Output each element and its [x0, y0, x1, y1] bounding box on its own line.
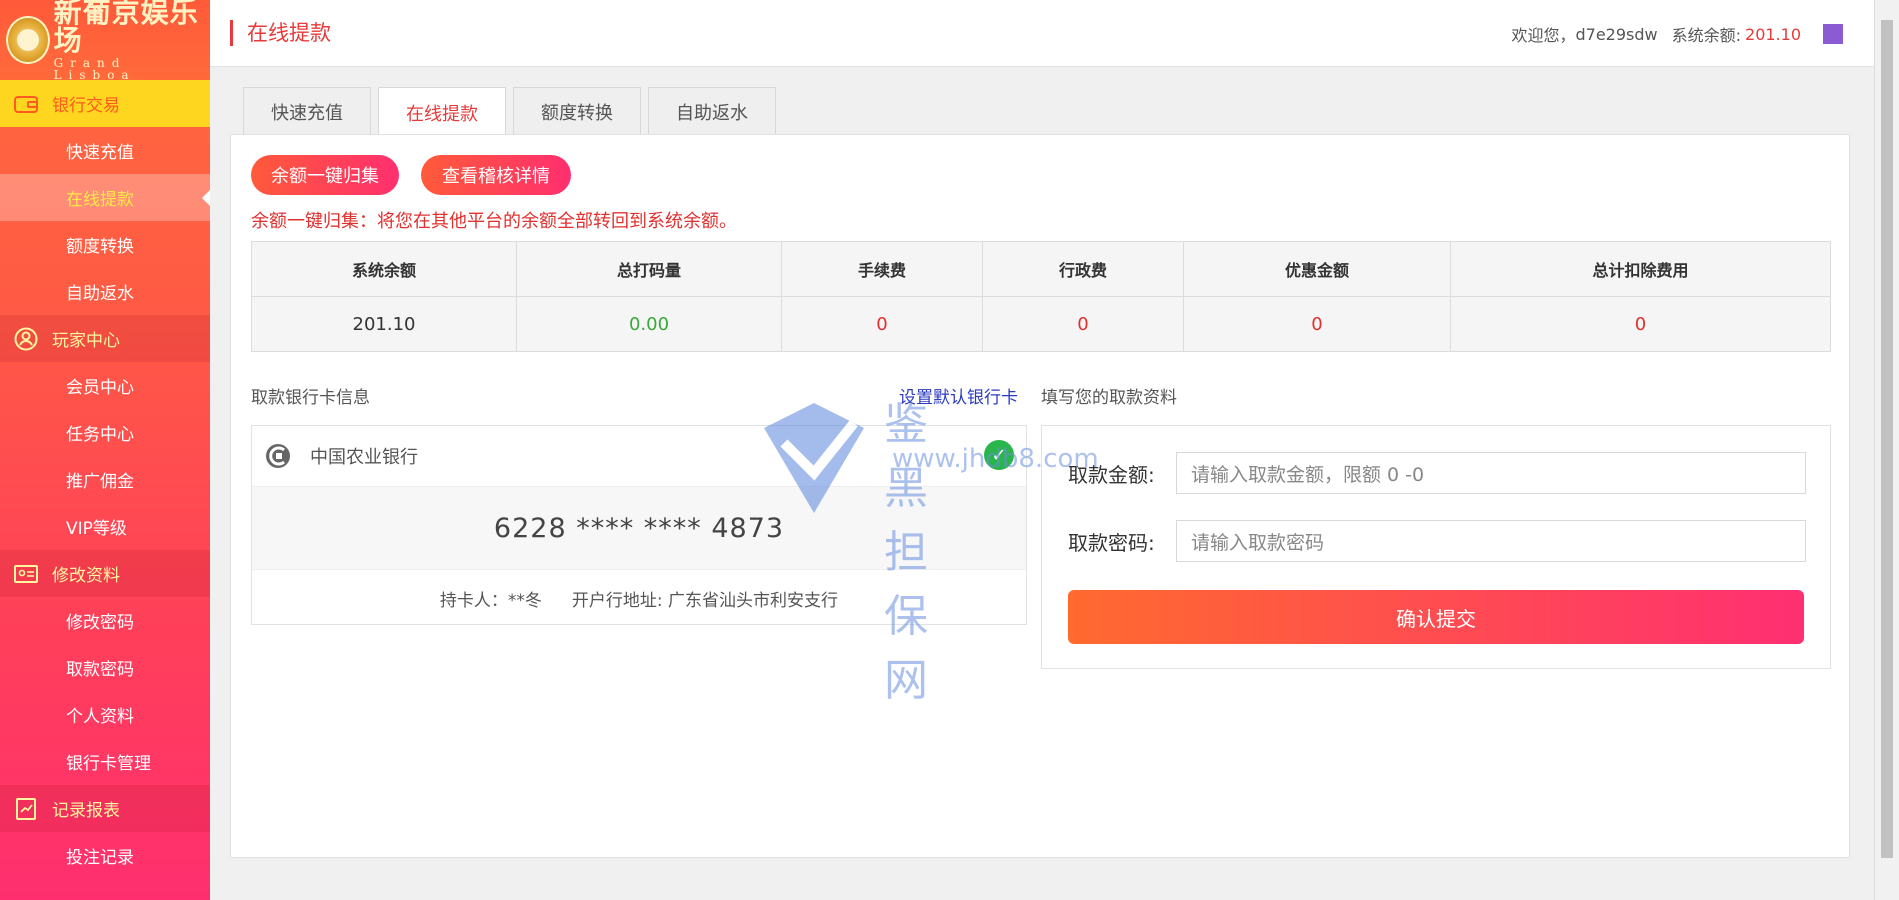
logo-emblem-icon [6, 16, 50, 64]
audit-details-button[interactable]: 查看稽核详情 [421, 155, 571, 195]
user-icon [14, 327, 38, 350]
tab-bar: 快速充值 在线提款 额度转换 自助返水 [243, 87, 783, 137]
sidebar-group-label: 玩家中心 [52, 331, 120, 351]
welcome-text: 欢迎您， [1511, 26, 1576, 45]
system-balance-cell: 201.10 [251, 296, 517, 352]
card-number: 6228 **** **** 4873 [252, 487, 1026, 570]
sidebar-item-bank-card-manage[interactable]: 银行卡管理 [0, 738, 210, 785]
password-row: 取款密码: 请输入取款密码 [1068, 520, 1806, 562]
sidebar-group-label: 修改资料 [52, 566, 120, 586]
top-header: 在线提款 欢迎您， d7e29sdw 系统余额: 201.10 [210, 0, 1899, 67]
tab-online-withdraw[interactable]: 在线提款 [378, 87, 506, 137]
sidebar-item-self-rebate[interactable]: 自助返水 [0, 268, 210, 315]
column-header: 总打码量 [516, 241, 782, 297]
submit-button[interactable]: 确认提交 [1068, 590, 1804, 644]
fee-summary-table: 系统余额 总打码量 手续费 行政费 优惠金额 总计扣除费用 201.10 0.0… [251, 241, 1831, 352]
sidebar: 新葡京娱乐场 Grand Lisboa 银行交易 快速充值 在线提款 额度转换 … [0, 0, 210, 900]
tab-credit-transfer[interactable]: 额度转换 [513, 87, 641, 135]
sidebar-item-personal-info[interactable]: 个人资料 [0, 691, 210, 738]
column-header: 系统余额 [251, 241, 517, 297]
collect-note: 余额一键归集：将您在其他平台的余额全部转回到系统余额。 [251, 211, 737, 232]
column-header: 优惠金额 [1183, 241, 1451, 297]
sidebar-item-online-withdraw[interactable]: 在线提款 [0, 174, 210, 221]
column-header: 行政费 [982, 241, 1184, 297]
bank-name: 中国农业银行 [310, 447, 418, 468]
balance-label: 系统余额: [1671, 26, 1742, 45]
bank-card-header: 中国农业银行 [252, 426, 1026, 487]
collect-balance-button[interactable]: 余额一键归集 [251, 155, 399, 195]
sidebar-group-reports[interactable]: 记录报表 [0, 785, 210, 832]
vertical-scrollbar[interactable] [1874, 0, 1899, 900]
selected-check-icon: ✓ [984, 440, 1014, 470]
password-input[interactable]: 请输入取款密码 [1176, 520, 1806, 562]
fill-info-label: 填写您的取款资料 [1041, 388, 1177, 408]
sidebar-item-change-password[interactable]: 修改密码 [0, 597, 210, 644]
sidebar-item-bet-records[interactable]: 投注记录 [0, 832, 210, 879]
card-holder: 持卡人：**冬 [439, 590, 542, 611]
total-bet-cell: 0.00 [516, 296, 782, 352]
brand-name-en: Grand Lisboa [53, 56, 136, 82]
admin-fee-cell: 0 [982, 296, 1184, 352]
brand-name-cn: 新葡京娱乐场 [53, 0, 199, 57]
sidebar-item-task-center[interactable]: 任务中心 [0, 409, 210, 456]
sidebar-item-credit-transfer[interactable]: 额度转换 [0, 221, 210, 268]
menu-square-icon[interactable] [1823, 24, 1843, 44]
sidebar-group-edit-profile[interactable]: 修改资料 [0, 550, 210, 597]
column-header: 手续费 [781, 241, 983, 297]
sidebar-group-banking[interactable]: 银行交易 [0, 80, 210, 127]
username[interactable]: d7e29sdw [1575, 25, 1657, 44]
withdraw-panel: 余额一键归集 查看稽核详情 余额一键归集：将您在其他平台的余额全部转回到系统余额… [230, 134, 1850, 858]
table-header-row: 系统余额 总打码量 手续费 行政费 优惠金额 总计扣除费用 [251, 241, 1831, 297]
wallet-icon [14, 94, 38, 114]
withdraw-form: 取款金额: 请输入取款金额，限额 0 -0 取款密码: 请输入取款密码 确认提交 [1041, 425, 1831, 669]
column-header: 总计扣除费用 [1450, 241, 1831, 297]
card-branch: 开户行地址: 广东省汕头市利安支行 [571, 590, 839, 611]
page-title: 在线提款 [230, 20, 331, 46]
bank-logo-icon [266, 444, 290, 468]
bank-card[interactable]: 中国农业银行 ✓ 6228 **** **** 4873 持卡人：**冬 开户行… [251, 425, 1027, 625]
sidebar-item-vip-level[interactable]: VIP等级 [0, 503, 210, 550]
account-summary: 欢迎您， d7e29sdw 系统余额: 201.10 [1511, 22, 1843, 46]
sidebar-item-commission[interactable]: 推广佣金 [0, 456, 210, 503]
sidebar-item-member-center[interactable]: 会员中心 [0, 362, 210, 409]
sidebar-group-label: 银行交易 [52, 96, 120, 116]
total-deduction-cell: 0 [1450, 296, 1831, 352]
sidebar-item-withdraw-password[interactable]: 取款密码 [0, 644, 210, 691]
set-default-card-link[interactable]: 设置默认银行卡 [899, 383, 1018, 408]
card-footer: 持卡人：**冬 开户行地址: 广东省汕头市利安支行 [252, 570, 1026, 626]
bonus-amount-cell: 0 [1183, 296, 1451, 352]
bank-info-label: 取款银行卡信息 [251, 388, 370, 408]
amount-row: 取款金额: 请输入取款金额，限额 0 -0 [1068, 452, 1806, 494]
id-card-icon [14, 564, 38, 584]
report-icon [14, 797, 38, 820]
tab-self-rebate[interactable]: 自助返水 [648, 87, 776, 135]
amount-input[interactable]: 请输入取款金额，限额 0 -0 [1176, 452, 1806, 494]
tab-quick-deposit[interactable]: 快速充值 [243, 87, 371, 135]
password-label: 取款密码: [1068, 530, 1155, 555]
table-row: 201.10 0.00 0 0 0 0 [251, 296, 1831, 352]
handling-fee-cell: 0 [781, 296, 983, 352]
sidebar-group-label: 记录报表 [52, 801, 120, 821]
balance-value: 201.10 [1745, 24, 1801, 44]
sidebar-item-quick-deposit[interactable]: 快速充值 [0, 127, 210, 174]
scrollbar-thumb[interactable] [1881, 20, 1893, 858]
sidebar-group-player-center[interactable]: 玩家中心 [0, 315, 210, 362]
brand-logo[interactable]: 新葡京娱乐场 Grand Lisboa [0, 0, 210, 82]
amount-label: 取款金额: [1068, 462, 1155, 487]
